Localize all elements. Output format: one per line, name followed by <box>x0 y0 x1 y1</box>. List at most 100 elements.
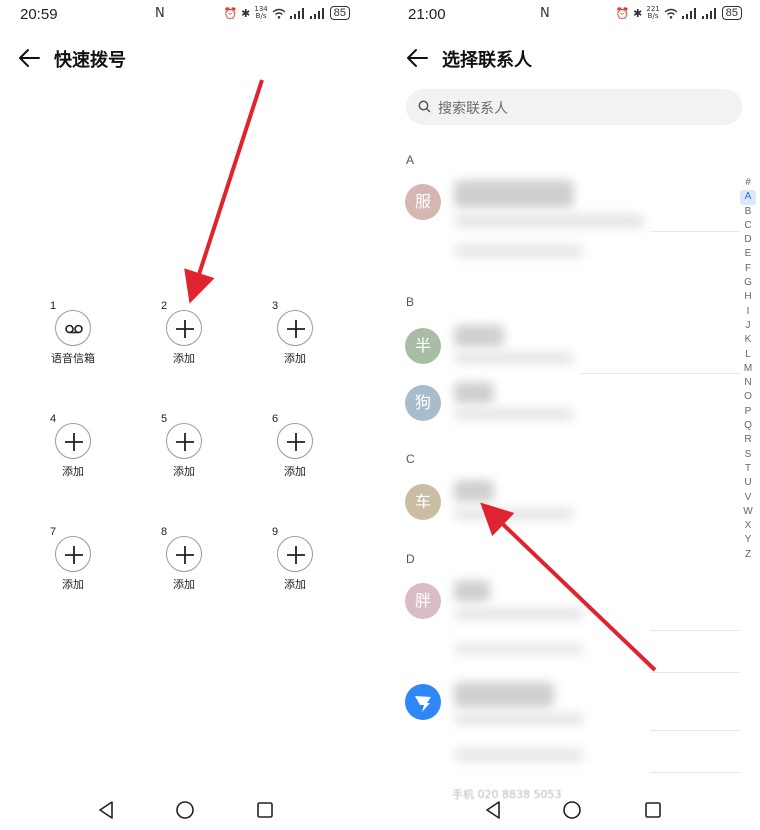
add-button[interactable] <box>277 310 313 346</box>
index-letter[interactable]: B <box>740 205 756 219</box>
index-letter[interactable]: Y <box>740 533 756 547</box>
plus-icon <box>176 320 194 338</box>
index-letter[interactable]: C <box>740 219 756 233</box>
slot-number: 6 <box>272 413 279 425</box>
speed-dial-slot-5[interactable]: 5 添加 <box>161 413 241 483</box>
slot-number: 4 <box>50 413 57 425</box>
index-letter[interactable]: N <box>740 376 756 390</box>
slot-label: 添加 <box>62 465 84 478</box>
speed-dial-slot-3[interactable]: 3 添加 <box>272 300 352 370</box>
add-button[interactable] <box>277 423 313 459</box>
index-letter[interactable]: L <box>740 348 756 362</box>
bluetooth-icon: ✱ <box>241 6 251 20</box>
network-speed: 134 B/s <box>254 5 268 20</box>
blurred-contact-detail <box>454 608 584 620</box>
index-letter[interactable]: K <box>740 333 756 347</box>
index-letter[interactable]: R <box>740 433 756 447</box>
nav-home-icon[interactable] <box>562 800 582 820</box>
add-button[interactable] <box>55 423 91 459</box>
index-letter[interactable]: U <box>740 476 756 490</box>
system-nav-bar <box>390 794 760 830</box>
index-letter[interactable]: X <box>740 519 756 533</box>
index-letter[interactable]: P <box>740 405 756 419</box>
blurred-contact-detail <box>454 713 584 725</box>
nfc-icon: N <box>155 6 165 21</box>
speed-dial-slot-8[interactable]: 8 添加 <box>161 526 241 596</box>
slot-number: 8 <box>161 526 168 538</box>
index-letter[interactable]: D <box>740 233 756 247</box>
section-header-c: C <box>406 452 415 466</box>
add-button[interactable] <box>277 536 313 572</box>
signal-icon-2 <box>701 7 716 19</box>
add-button[interactable] <box>166 423 202 459</box>
index-letter[interactable]: O <box>740 390 756 404</box>
index-letter[interactable]: # <box>740 176 756 190</box>
section-header-b: B <box>406 295 415 309</box>
index-letter[interactable]: G <box>740 276 756 290</box>
bluetooth-icon: ✱ <box>633 6 643 20</box>
index-letter[interactable]: A <box>740 190 756 205</box>
speed-dial-slot-6[interactable]: 6 添加 <box>272 413 352 483</box>
back-arrow-icon[interactable] <box>406 48 428 68</box>
nav-back-icon[interactable] <box>484 800 502 820</box>
index-letter[interactable]: Q <box>740 419 756 433</box>
back-arrow-icon[interactable] <box>18 48 40 68</box>
slot-number: 1 <box>50 300 57 312</box>
blurred-contact-name <box>454 325 504 347</box>
network-speed: 221 B/s <box>646 5 660 20</box>
status-icons: ⏰ ✱ 134 B/s 85 <box>223 6 350 20</box>
avatar: 服 <box>405 184 441 220</box>
index-letter[interactable]: E <box>740 247 756 261</box>
plus-icon <box>176 433 194 451</box>
speed-dial-slot-4[interactable]: 4 添加 <box>50 413 130 483</box>
slot-number: 7 <box>50 526 57 538</box>
blurred-contact-detail <box>454 748 584 762</box>
add-button[interactable] <box>55 536 91 572</box>
wifi-icon <box>664 8 678 19</box>
status-bar: 21:00 N ⏰ ✱ 221 B/s 85 <box>390 0 760 30</box>
voicemail-button[interactable] <box>55 310 91 346</box>
divider <box>650 630 740 631</box>
speed-dial-slot-1[interactable]: 1 语音信箱 <box>50 300 130 370</box>
nav-recents-icon[interactable] <box>644 801 662 819</box>
battery-indicator: 85 <box>721 6 742 20</box>
index-letter[interactable]: S <box>740 448 756 462</box>
speed-dial-slot-7[interactable]: 7 添加 <box>50 526 130 596</box>
nav-back-icon[interactable] <box>97 800 115 820</box>
system-nav-bar <box>0 794 380 830</box>
search-icon <box>418 100 431 113</box>
blurred-contact-detail <box>454 508 574 520</box>
plus-icon <box>287 320 305 338</box>
search-input[interactable]: 搜索联系人 <box>406 89 742 125</box>
slot-label: 添加 <box>173 578 195 591</box>
nav-recents-icon[interactable] <box>256 801 274 819</box>
slot-label: 添加 <box>284 578 306 591</box>
index-letter[interactable]: Z <box>740 548 756 562</box>
alphabet-index-bar[interactable]: # A B C D E F G H I J K L M N O P Q R S T U V W X Y Z <box>740 176 756 562</box>
index-letter[interactable]: J <box>740 319 756 333</box>
nav-home-icon[interactable] <box>175 800 195 820</box>
index-letter[interactable]: T <box>740 462 756 476</box>
index-letter[interactable]: W <box>740 505 756 519</box>
voicemail-icon <box>65 324 83 334</box>
blurred-contact-detail <box>454 408 574 420</box>
dingtalk-icon <box>405 684 441 720</box>
blurred-contact-name <box>454 382 494 404</box>
plus-icon <box>287 433 305 451</box>
app-bar: 快速拨号 <box>0 40 380 76</box>
speed-dial-slot-9[interactable]: 9 添加 <box>272 526 352 596</box>
slot-label: 添加 <box>173 352 195 365</box>
alarm-icon: ⏰ <box>223 6 238 20</box>
speed-dial-slot-2[interactable]: 2 添加 <box>161 300 241 370</box>
index-letter[interactable]: M <box>740 362 756 376</box>
add-button[interactable] <box>166 310 202 346</box>
slot-number: 9 <box>272 526 279 538</box>
slot-label: 添加 <box>173 465 195 478</box>
index-letter[interactable]: V <box>740 491 756 505</box>
index-letter[interactable]: F <box>740 262 756 276</box>
index-letter[interactable]: H <box>740 290 756 304</box>
index-letter[interactable]: I <box>740 305 756 319</box>
add-button[interactable] <box>166 536 202 572</box>
divider <box>650 730 740 731</box>
select-contact-screen: 21:00 N ⏰ ✱ 221 B/s 85 选择联系人 搜索联系人 A 服 B … <box>390 0 760 830</box>
